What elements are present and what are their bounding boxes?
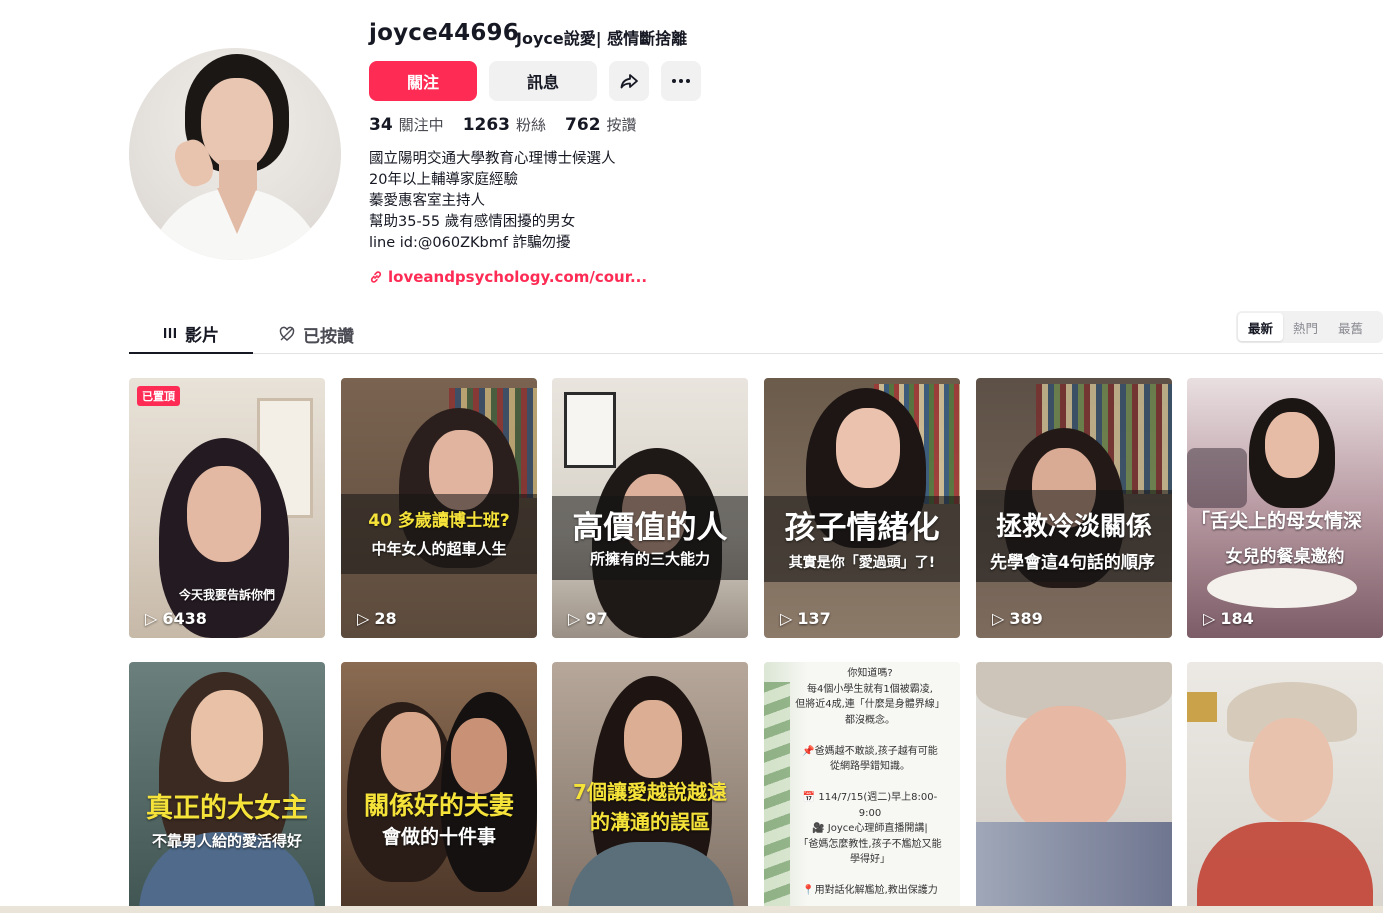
more-icon [672,79,690,83]
video-card[interactable]: 拯救冷淡關係 先學會這4句話的順序 ▷ 389 [976,378,1172,638]
pinned-badge: 已置頂 [137,386,180,406]
likes-label: 按讚 [606,116,637,134]
likes-count: 762 [565,115,601,135]
video-card[interactable]: 關係好的夫妻 會做的十件事 ▷211 [341,662,537,913]
video-card[interactable]: 真正的大女主 不靠男人給的愛活得好 ▷427 [129,662,325,913]
video-title: 40 多歲讀博士班? [368,511,510,531]
sort-toggle: 最新 熱門 最舊 [1236,311,1383,343]
person-face [1249,718,1333,822]
bio-line: line id:@060ZKbmf 詐騙勿擾 [369,235,571,251]
video-title: 7個讓愛越說越遠 [573,780,727,804]
play-icon: ▷ [357,609,370,628]
person-face [1265,412,1319,478]
person-face [187,466,261,562]
video-caption: 今天我要告訴你們 [178,588,275,602]
video-card[interactable]: 「舌尖上的母女情深 女兒的餐桌邀約 ▷ 184 [1187,378,1383,638]
play-icon: ▷ [992,609,1005,628]
video-card[interactable]: 孩子情緒化 其實是你「愛過頭」了! ▷ 137 [764,378,960,638]
sort-latest[interactable]: 最新 [1238,313,1284,341]
share-button[interactable] [609,61,649,101]
profile-tabs: 影片 已按讚 [129,314,1383,354]
profile-link[interactable]: loveandpsychology.com/cour... [369,268,647,286]
view-count: ▷ 184 [1203,609,1254,628]
video-card[interactable]: 已置頂 今天我要告訴你們 ▷ 6438 [129,378,325,638]
sort-popular[interactable]: 熱門 [1283,313,1328,341]
view-count: ▷ 97 [568,609,608,628]
bio-line: 國立陽明交通大學教育心理博士候選人 [369,151,616,167]
more-options-button[interactable] [661,61,701,101]
video-card[interactable]: ▷168 [976,662,1172,913]
following-label: 關注中 [398,116,444,134]
view-count: ▷ 6438 [145,609,207,628]
sort-oldest[interactable]: 最舊 [1328,313,1373,341]
play-icon: ▷ [780,609,793,628]
grid-icon [164,328,176,338]
bio-line: 20年以上輔導家庭經驗 [369,172,518,188]
play-icon: ▷ [1203,609,1216,628]
profile-stats: 34 關注中 1263 粉絲 762 按讚 [369,114,637,135]
followers-label: 粉絲 [516,116,547,134]
person-face [624,700,682,778]
followers-stat[interactable]: 1263 粉絲 [463,114,546,135]
wall-frame [564,392,616,468]
bio-line: 蓁愛惠客室主持人 [369,193,485,209]
person-face [1006,706,1126,836]
bottom-bar [0,906,1383,913]
sign [1187,692,1217,722]
video-card[interactable]: 高價值的人 所擁有的三大能力 ▷ 97 [552,378,748,638]
video-title: 高價值的人 [572,510,728,546]
video-title: 孩子情緒化 [784,510,940,546]
tab-liked[interactable]: 已按讚 [279,314,389,354]
person-face [836,408,900,488]
video-subtitle: 先學會這4句話的順序 [990,553,1155,573]
video-subtitle: 不靠男人給的愛活得好 [151,832,302,850]
video-card[interactable]: 你知道嗎? 每4個小學生就有1個被霸凌, 但將近4成,連「什麼是身體界線」 都沒… [764,662,960,913]
likes-stat: 762 按讚 [565,114,637,135]
video-title: 「舌尖上的母女情深 [1191,510,1363,532]
profile-avatar[interactable] [129,48,341,260]
following-stat[interactable]: 34 關注中 [369,114,444,135]
video-title: 真正的大女主 [146,793,308,824]
play-icon: ▷ [568,609,581,628]
profile-nickname: Joyce說愛| 感情斷捨離 [516,29,688,48]
person-face [381,712,441,792]
tab-videos-label: 影片 [185,325,219,346]
avatar-face [201,78,273,170]
video-subtitle: 女兒的餐桌邀約 [1225,547,1345,567]
following-count: 34 [369,115,393,135]
video-subtitle: 會做的十件事 [381,826,496,848]
tab-liked-label: 已按讚 [303,326,354,347]
scarf [976,822,1172,913]
person-face [451,718,507,794]
video-title: 關係好的夫妻 [363,791,514,820]
video-card[interactable]: 7個讓愛越說越遠 的溝通的誤區 ▷163 [552,662,748,913]
video-subtitle: 中年女人的超車人生 [371,540,507,558]
view-count: ▷ 137 [780,609,831,628]
video-card[interactable]: ▷183 [1187,662,1383,913]
video-title: 拯救冷淡關係 [995,512,1152,542]
view-count: ▷ 28 [357,609,397,628]
view-count: ▷ 389 [992,609,1043,628]
follow-button[interactable]: 關注 [369,61,477,101]
profile-username: joyce44696 [369,20,519,46]
person-face [191,690,263,782]
heart-outline-icon [279,326,295,341]
background-people [1187,448,1247,508]
video-subtitle: 其實是你「愛過頭」了! [788,555,936,571]
bio-line: 幫助35-55 歲有感情困擾的男女 [369,214,576,230]
plate [1207,568,1357,608]
followers-count: 1263 [462,115,511,135]
profile-link-text: loveandpsychology.com/cour... [388,268,648,286]
video-subtitle: 所擁有的三大能力 [589,550,710,568]
notice-text: 你知道嗎? 每4個小學生就有1個被霸凌, 但將近4成,連「什麼是身體界線」 都沒… [795,668,945,896]
avatar-lapel [217,188,257,234]
play-icon: ▷ [145,609,158,628]
link-icon [370,271,382,283]
share-icon [620,74,638,89]
tab-videos[interactable]: 影片 [129,314,253,354]
video-card[interactable]: 40 多歲讀博士班? 中年女人的超車人生 ▷ 28 [341,378,537,638]
profile-bio: 國立陽明交通大學教育心理博士候選人 20年以上輔導家庭經驗 蓁愛惠客室主持人 幫… [369,149,616,254]
message-button[interactable]: 訊息 [489,61,597,101]
video-subtitle: 的溝通的誤區 [590,810,710,834]
